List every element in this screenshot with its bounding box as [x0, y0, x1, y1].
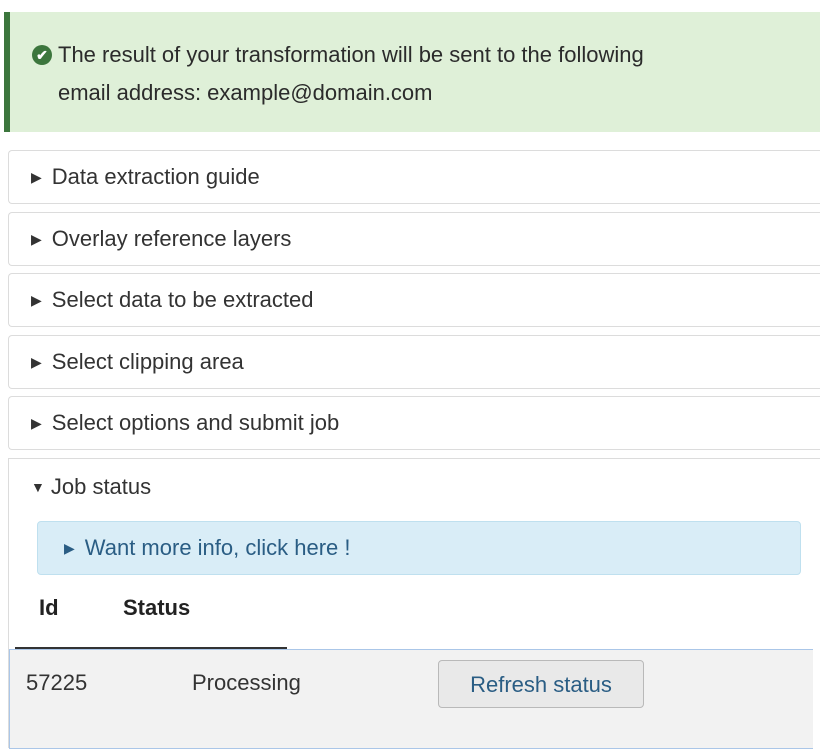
- success-alert: ✔ The result of your transformation will …: [4, 12, 820, 132]
- column-header-status[interactable]: Status: [123, 595, 190, 621]
- refresh-status-button[interactable]: Refresh status: [438, 660, 644, 708]
- job-status-cell: Processing: [192, 670, 301, 695]
- accordion-select-data[interactable]: ▶ Select data to be extracted: [8, 273, 820, 327]
- job-id-cell: 57225: [26, 670, 88, 695]
- accordion-label: Select options and submit job: [51, 410, 340, 435]
- more-info-label: Want more info, click here !: [84, 535, 351, 560]
- column-header-id[interactable]: Id: [39, 595, 59, 621]
- caret-right-icon: ▶: [31, 169, 42, 185]
- accordion-select-options-submit[interactable]: ▶ Select options and submit job: [8, 396, 820, 450]
- alert-line-1: ✔ The result of your transformation will …: [32, 36, 802, 74]
- accordion-label: Select data to be extracted: [51, 287, 314, 312]
- caret-right-icon: ▶: [31, 415, 42, 431]
- table-row: 57225 Processing Refresh status: [9, 649, 813, 749]
- accordion-job-status: ▼ Job status ▶ Want more info, click here …: [8, 458, 820, 749]
- check-circle-icon: ✔: [32, 45, 52, 65]
- accordion-label: Select clipping area: [51, 349, 244, 374]
- accordion-select-clipping-area[interactable]: ▶ Select clipping area: [8, 335, 820, 389]
- job-status-label: Job status: [50, 474, 152, 499]
- caret-right-icon: ▶: [64, 540, 75, 556]
- caret-down-icon: ▼: [31, 479, 45, 495]
- caret-right-icon: ▶: [31, 354, 42, 370]
- accordion-label: Overlay reference layers: [51, 226, 292, 251]
- caret-right-icon: ▶: [31, 292, 42, 308]
- alert-text-line2: email address: example@domain.com: [58, 80, 433, 105]
- job-status-header[interactable]: ▼ Job status: [9, 459, 820, 515]
- more-info-toggle[interactable]: ▶ Want more info, click here !: [37, 521, 801, 575]
- caret-right-icon: ▶: [31, 231, 42, 247]
- accordion-overlay-reference-layers[interactable]: ▶ Overlay reference layers: [8, 212, 820, 266]
- accordion-label: Data extraction guide: [51, 164, 260, 189]
- accordion-data-extraction-guide[interactable]: ▶ Data extraction guide: [8, 150, 820, 204]
- alert-text-line1: The result of your transformation will b…: [58, 42, 644, 67]
